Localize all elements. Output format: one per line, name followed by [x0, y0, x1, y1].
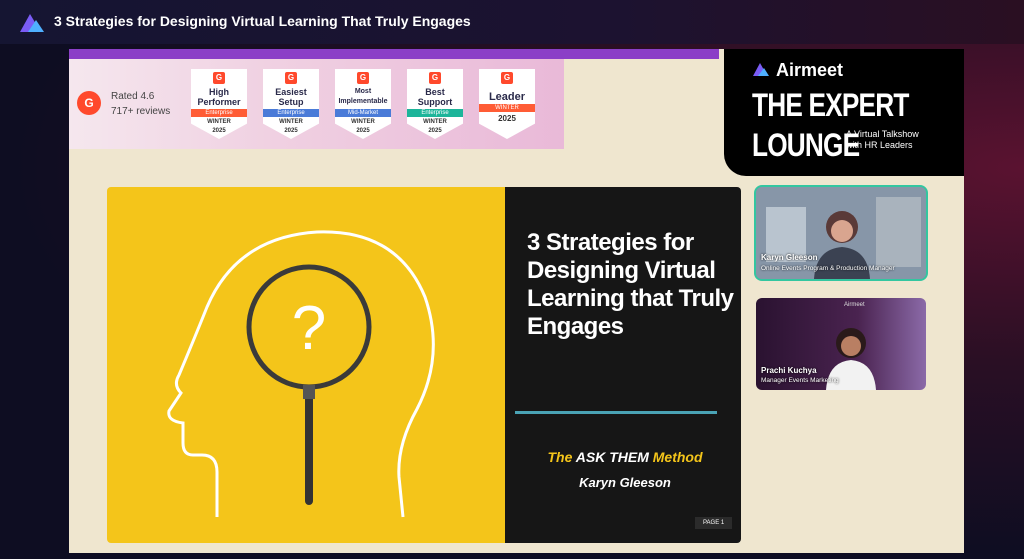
participant-role: Manager Events Marketing	[761, 377, 839, 384]
slide-method: The ASK THEM Method	[525, 449, 725, 465]
badge-title: Best Support	[417, 87, 453, 107]
lounge-headline-2: LOUNGE	[752, 127, 860, 163]
g2-badge-icon: G	[501, 72, 513, 84]
head-magnifier-illustration: ?	[167, 230, 435, 518]
g2-badge-icon: G	[357, 72, 369, 84]
slide-presenter: Karyn Gleeson	[579, 475, 671, 490]
accent-strip	[69, 49, 719, 59]
badge-segment: Enterprise	[407, 109, 463, 117]
badge-title: Easiest Setup	[275, 87, 307, 107]
slide-title: 3 Strategies for Designing Virtual Learn…	[527, 229, 734, 340]
badge-year: 2025	[428, 128, 442, 134]
airmeet-logo-icon	[753, 63, 769, 76]
airmeet-logo-icon[interactable]	[18, 10, 46, 34]
method-mid: ASK THEM	[572, 449, 653, 465]
g2-banner: G Rated 4.6 717+ reviews G High Performe…	[69, 59, 564, 149]
g2-badge-easiest-setup: G Easiest Setup Enterprise WINTER 2025	[263, 69, 319, 139]
badge-season: WINTER	[279, 119, 303, 125]
g2-badge-icon: G	[429, 72, 441, 84]
slide-text-panel: 3 Strategies for Designing Virtual Learn…	[505, 187, 741, 543]
badge-season: WINTER	[351, 119, 375, 125]
lounge-headline-1: THE EXPERT	[752, 87, 909, 123]
participant-tile[interactable]: Airmeet Prachi Kuchya Manager Events Mar…	[756, 298, 926, 390]
badge-segment: Mid-Market	[335, 109, 391, 117]
g2-badge-icon: G	[213, 72, 225, 84]
g2-badge-leader: G Leader WINTER 2025	[479, 69, 535, 139]
badge-title: Most Implementable	[338, 88, 388, 105]
badge-season: WINTER	[423, 119, 447, 125]
g2-review-count: 717+ reviews	[111, 106, 171, 117]
g2-rating-value: Rated 4.6	[111, 91, 155, 102]
badge-year: 2025	[356, 128, 370, 134]
g2-badge-most-implementable: G Most Implementable Mid-Market WINTER 2…	[335, 69, 391, 139]
method-pre: The	[547, 449, 573, 465]
badge-season: WINTER	[207, 119, 231, 125]
airmeet-brand: Airmeet	[776, 60, 844, 80]
badge-year: 2025	[212, 128, 226, 134]
g2-rating: Rated 4.6 717+ reviews	[111, 89, 170, 119]
presentation-slide[interactable]: ? 3 Strategies for Designing Virtual Lea…	[107, 187, 741, 543]
event-title: 3 Strategies for Designing Virtual Learn…	[54, 13, 471, 29]
participant-role: Online Events Program & Production Manag…	[761, 265, 895, 272]
badge-title: Leader	[488, 91, 526, 103]
slide-illustration: ?	[107, 187, 505, 543]
g2-badge-high-performer: G High Performer Enterprise WINTER 2025	[191, 69, 247, 139]
svg-text:?: ?	[292, 294, 326, 363]
g2-badge-best-support: G Best Support Enterprise WINTER 2025	[407, 69, 463, 139]
badge-segment: WINTER	[479, 104, 535, 112]
g2-badge-icon: G	[285, 72, 297, 84]
expert-lounge-panel: Airmeet THE EXPERT LOUNGE A Virtual Talk…	[724, 49, 964, 176]
participant-tile[interactable]: Karyn Gleeson Online Events Program & Pr…	[756, 187, 926, 279]
g2-logo-icon: G	[77, 91, 101, 115]
stage: G Rated 4.6 717+ reviews G High Performe…	[69, 49, 964, 553]
badge-year: 2025	[284, 128, 298, 134]
badge-segment: Enterprise	[263, 109, 319, 117]
top-bar: 3 Strategies for Designing Virtual Learn…	[0, 0, 1024, 44]
participant-name: Prachi Kuchya	[761, 366, 817, 375]
tile-brand: Airmeet	[844, 302, 865, 308]
badge-title: High Performer	[197, 87, 241, 107]
participant-name: Karyn Gleeson	[761, 253, 818, 262]
slide-divider	[515, 411, 717, 414]
method-post: Method	[652, 449, 703, 465]
badge-segment: Enterprise	[191, 109, 247, 117]
lounge-subtitle: A Virtual Talkshow with HR Leaders	[846, 129, 919, 150]
badge-year: 2025	[498, 114, 516, 123]
slide-page-number: PAGE 1	[695, 517, 733, 529]
